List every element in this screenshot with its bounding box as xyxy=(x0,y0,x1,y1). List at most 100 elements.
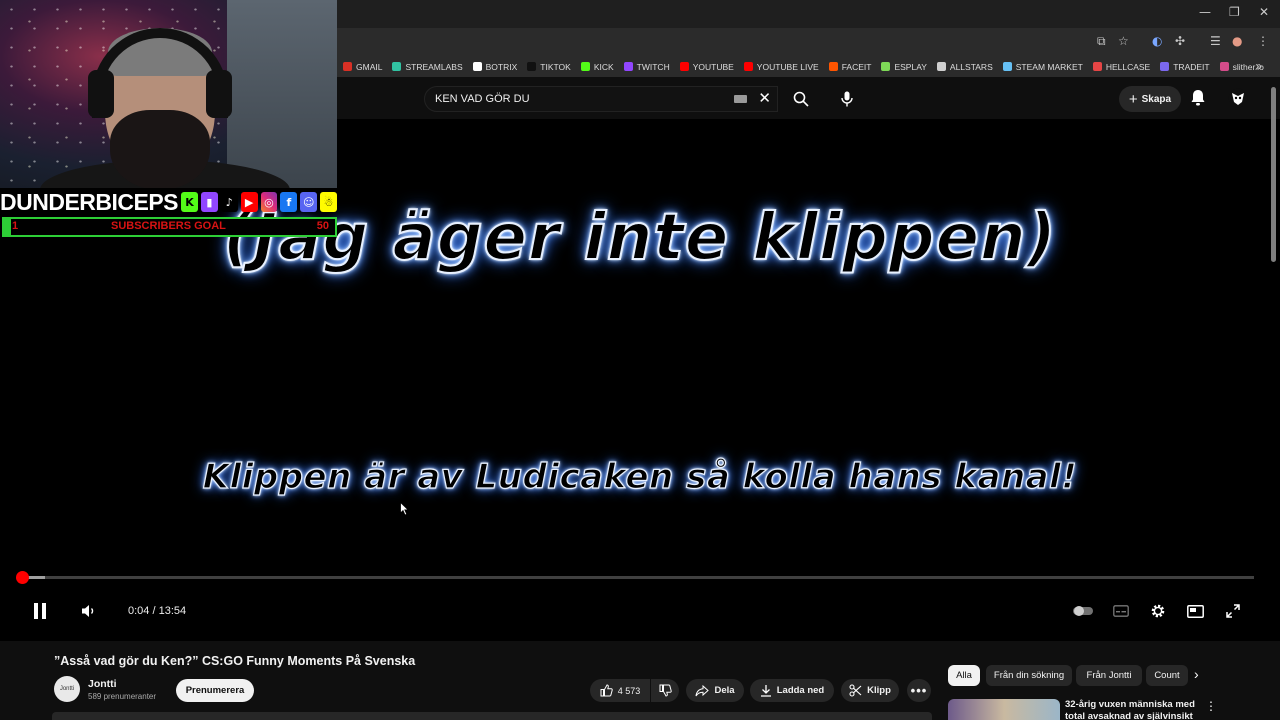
search-button[interactable] xyxy=(780,86,822,112)
microphone-icon xyxy=(841,91,853,107)
autoplay-toggle[interactable] xyxy=(1072,600,1094,622)
volume-button[interactable] xyxy=(78,600,100,622)
clear-search-icon[interactable]: ✕ xyxy=(758,89,771,107)
recommendation-more-icon[interactable]: ⋮ xyxy=(1205,699,1217,713)
bookmark-item[interactable]: HELLCASE xyxy=(1092,61,1151,72)
clip-button[interactable]: Klipp xyxy=(841,679,899,702)
browser-toolbar: ⧉ ☆ ◐ ✣ ☰ ● ⋮ xyxy=(337,28,1280,56)
browser-titlebar: — ❐ ✕ xyxy=(337,0,1280,28)
bookmark-item[interactable]: TRADEIT xyxy=(1160,61,1210,72)
share-button[interactable]: Dela xyxy=(686,679,744,702)
bookmark-favicon-icon xyxy=(623,62,633,71)
restore-icon[interactable]: ❐ xyxy=(1229,5,1240,19)
like-count: 4 573 xyxy=(617,685,641,696)
bookmark-favicon-icon xyxy=(828,62,838,71)
download-icon xyxy=(760,685,771,697)
progress-scrubber-handle[interactable] xyxy=(16,571,29,584)
subscribe-button[interactable]: Prenumerera xyxy=(176,679,254,702)
bookmark-label: TWITCH xyxy=(636,61,670,72)
filter-chip[interactable]: Alla xyxy=(948,665,980,686)
bookmark-star-icon[interactable]: ☆ xyxy=(1118,34,1129,48)
notifications-bell-icon[interactable] xyxy=(1190,89,1206,106)
bookmark-favicon-icon xyxy=(343,62,352,71)
download-button[interactable]: Ladda ned xyxy=(750,679,834,702)
streamer-beard xyxy=(110,110,210,188)
more-bookmarks-icon[interactable]: » xyxy=(1255,59,1262,73)
reading-list-icon[interactable]: ☰ xyxy=(1210,34,1221,48)
bookmark-label: TIKTOK xyxy=(540,61,571,72)
description-box-edge xyxy=(52,712,932,720)
bookmark-item[interactable]: ESPLAY xyxy=(881,62,927,72)
headset-left-ear xyxy=(88,70,114,118)
bookmark-item[interactable]: FACEIT xyxy=(828,61,872,72)
page-scrollbar[interactable] xyxy=(1271,87,1276,262)
headset-right-ear xyxy=(206,70,232,118)
filter-chip[interactable]: Count xyxy=(1146,665,1188,686)
bookmark-label: ALLSTARS xyxy=(949,61,993,72)
more-actions-button[interactable]: ••• xyxy=(907,679,931,702)
bookmark-favicon-icon xyxy=(679,62,689,71)
more-horizontal-icon: ••• xyxy=(910,683,928,698)
autoplay-toggle-icon xyxy=(1073,606,1093,616)
bookmark-item[interactable]: KICK xyxy=(580,62,614,72)
minimize-icon[interactable]: — xyxy=(1199,5,1211,19)
recommendation-thumbnail[interactable] xyxy=(948,699,1060,720)
gear-icon xyxy=(1151,604,1165,618)
subtitles-button[interactable] xyxy=(1110,600,1132,622)
search-icon xyxy=(793,91,809,107)
fullscreen-button[interactable] xyxy=(1222,600,1244,622)
settings-button[interactable] xyxy=(1147,600,1169,622)
keyboard-icon[interactable] xyxy=(734,95,747,103)
bookmark-favicon-icon xyxy=(1219,62,1229,71)
clip-label: Klipp xyxy=(867,685,891,696)
thumbs-down-icon xyxy=(659,684,672,697)
plus-icon: + xyxy=(1128,90,1138,108)
bookmark-item[interactable]: BOTRIX xyxy=(472,62,517,72)
channel-name[interactable]: Jontti xyxy=(88,678,117,690)
channel-avatar[interactable]: Jontti xyxy=(54,676,80,702)
bookmark-favicon-icon xyxy=(527,62,537,71)
bookmark-item[interactable]: ALLSTARS xyxy=(936,61,993,72)
fullscreen-icon xyxy=(1226,604,1240,618)
voice-search-button[interactable] xyxy=(832,86,862,112)
bookmark-item[interactable]: TIKTOK xyxy=(527,62,571,72)
video-progress-bar[interactable] xyxy=(20,576,1254,579)
cast-icon[interactable]: ⧉ xyxy=(1097,34,1106,49)
goal-progress-fill xyxy=(4,219,11,235)
filter-chip[interactable]: Från din sökning xyxy=(986,665,1072,686)
browser-menu-icon[interactable]: ⋮ xyxy=(1257,34,1269,48)
account-avatar-icon[interactable] xyxy=(1228,88,1248,108)
bookmark-item[interactable]: YOUTUBE LIVE xyxy=(743,62,819,72)
bookmark-label: GMAIL xyxy=(356,61,383,72)
profile-avatar-icon[interactable]: ● xyxy=(1232,34,1242,48)
like-button[interactable]: 4 573 xyxy=(590,679,650,702)
theater-mode-button[interactable] xyxy=(1184,600,1206,622)
recommendation-title[interactable]: 32-årig vuxen människa med total avsakna… xyxy=(1065,699,1197,720)
create-button[interactable]: + Skapa xyxy=(1119,86,1181,112)
bookmark-label: TRADEIT xyxy=(1173,61,1210,72)
bookmark-item[interactable]: TWITCH xyxy=(623,61,670,72)
extensions-puzzle-icon[interactable]: ✣ xyxy=(1175,34,1185,48)
filter-chip[interactable]: Från Jontti xyxy=(1076,665,1142,686)
bookmark-favicon-icon xyxy=(1092,62,1102,71)
youtube-icon: ▶ xyxy=(240,192,258,212)
dislike-button[interactable] xyxy=(651,679,679,702)
scissors-icon xyxy=(849,684,862,697)
search-input[interactable]: KEN VAD GÖR DU ✕ xyxy=(424,86,778,112)
extension-icon[interactable]: ◐ xyxy=(1152,34,1162,48)
chevron-right-icon[interactable]: › xyxy=(1194,666,1199,682)
bookmark-item[interactable]: GMAIL xyxy=(343,62,382,72)
bookmark-favicon-icon xyxy=(743,62,753,71)
bookmark-item[interactable]: YOUTUBE xyxy=(679,62,734,72)
youtube-masthead: KEN VAD GÖR DU ✕ + Skapa xyxy=(337,77,1280,119)
bookmark-label: HELLCASE xyxy=(1105,61,1151,72)
twitch-icon: ▮ xyxy=(200,192,218,212)
close-window-icon[interactable]: ✕ xyxy=(1259,5,1269,19)
bookmark-label: STREAMLABS xyxy=(405,61,463,72)
bookmark-item[interactable]: STEAM MARKET xyxy=(1002,62,1083,72)
snapchat-icon: ☃ xyxy=(320,192,338,212)
bookmark-label: FACEIT xyxy=(841,61,872,72)
pause-button[interactable] xyxy=(28,600,52,622)
share-icon xyxy=(695,684,710,696)
bookmark-item[interactable]: STREAMLABS xyxy=(392,61,463,72)
